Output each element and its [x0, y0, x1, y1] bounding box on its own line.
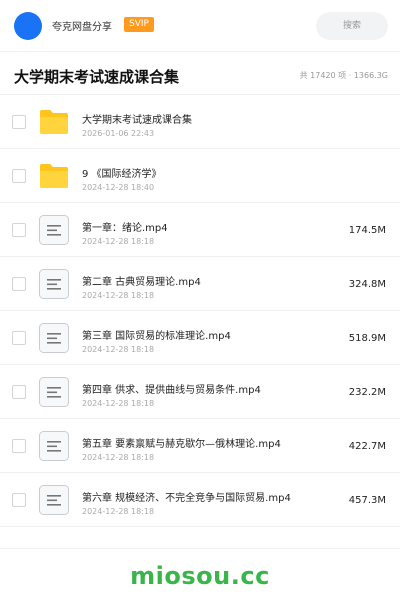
- file-name: 第三章 国际贸易的标准理论.mp4: [82, 331, 231, 342]
- list-item[interactable]: 第五章 要素禀赋与赫克歇尔—俄林理论.mp4 2024-12-28 18:18 …: [0, 419, 400, 473]
- document-icon: [39, 323, 69, 353]
- file-name: 大学期末考试速成课合集: [82, 115, 192, 126]
- avatar[interactable]: [14, 12, 42, 40]
- list-item[interactable]: 第六章 规模经济、不完全竞争与国际贸易.mp4 2024-12-28 18:18…: [0, 473, 400, 527]
- file-date: 2024-12-28 18:18: [82, 453, 155, 462]
- file-name: 第六章 规模经济、不完全竞争与国际贸易.mp4: [82, 493, 291, 504]
- file-date: 2024-12-28 18:18: [82, 237, 155, 246]
- row-checkbox[interactable]: [12, 115, 26, 129]
- document-icon: [39, 215, 69, 245]
- list-item[interactable]: 9 《国际经济学》 2024-12-28 18:40: [0, 149, 400, 203]
- list-item[interactable]: 第一章：绪论.mp4 2024-12-28 18:18 174.5M: [0, 203, 400, 257]
- file-date: 2024-12-28 18:18: [82, 399, 155, 408]
- file-date: 2024-12-28 18:40: [82, 183, 155, 192]
- svip-badge: SVIP: [124, 17, 154, 32]
- file-size: 457.3M: [348, 495, 386, 506]
- row-checkbox[interactable]: [12, 439, 26, 453]
- file-date: 2026-01-06 22:43: [82, 129, 155, 138]
- row-checkbox[interactable]: [12, 385, 26, 399]
- file-size: 324.8M: [348, 279, 386, 290]
- file-size: 232.2M: [348, 387, 386, 398]
- file-name: 第四章 供求、提供曲线与贸易条件.mp4: [82, 385, 261, 396]
- file-date: 2024-12-28 18:18: [82, 507, 155, 516]
- row-checkbox[interactable]: [12, 331, 26, 345]
- list-item[interactable]: 第四章 供求、提供曲线与贸易条件.mp4 2024-12-28 18:18 23…: [0, 365, 400, 419]
- watermark: miosou.cc: [130, 562, 270, 590]
- list-item[interactable]: 第三章 国际贸易的标准理论.mp4 2024-12-28 18:18 518.9…: [0, 311, 400, 365]
- file-size: 422.7M: [348, 441, 386, 452]
- row-checkbox[interactable]: [12, 169, 26, 183]
- divider: [0, 548, 400, 549]
- file-list: 大学期末考试速成课合集 2026-01-06 22:43 9 《国际经济学》 2…: [0, 95, 400, 527]
- file-size: 518.9M: [348, 333, 386, 344]
- list-item[interactable]: 大学期末考试速成课合集 2026-01-06 22:43: [0, 95, 400, 149]
- folder-icon: [40, 164, 68, 188]
- search-button[interactable]: 搜索: [316, 12, 388, 40]
- document-icon: [39, 485, 69, 515]
- folder-icon: [40, 110, 68, 134]
- file-name: 第五章 要素禀赋与赫克歇尔—俄林理论.mp4: [82, 439, 281, 450]
- brand-label: 夸克网盘分享: [52, 22, 112, 33]
- document-icon: [39, 431, 69, 461]
- list-item[interactable]: 第二章 古典贸易理论.mp4 2024-12-28 18:18 324.8M: [0, 257, 400, 311]
- document-icon: [39, 269, 69, 299]
- row-checkbox[interactable]: [12, 223, 26, 237]
- file-size: 174.5M: [348, 225, 386, 236]
- file-name: 9 《国际经济学》: [82, 169, 162, 180]
- top-bar: 夸克网盘分享 SVIP 搜索: [0, 0, 400, 52]
- row-checkbox[interactable]: [12, 277, 26, 291]
- folder-stats: 共 17420 项 · 1366.3G: [299, 71, 388, 80]
- file-name: 第二章 古典贸易理论.mp4: [82, 277, 201, 288]
- row-checkbox[interactable]: [12, 493, 26, 507]
- file-name: 第一章：绪论.mp4: [82, 223, 168, 234]
- document-icon: [39, 377, 69, 407]
- file-date: 2024-12-28 18:18: [82, 345, 155, 354]
- file-date: 2024-12-28 18:18: [82, 291, 155, 300]
- folder-title: 大学期末考试速成课合集: [14, 68, 180, 86]
